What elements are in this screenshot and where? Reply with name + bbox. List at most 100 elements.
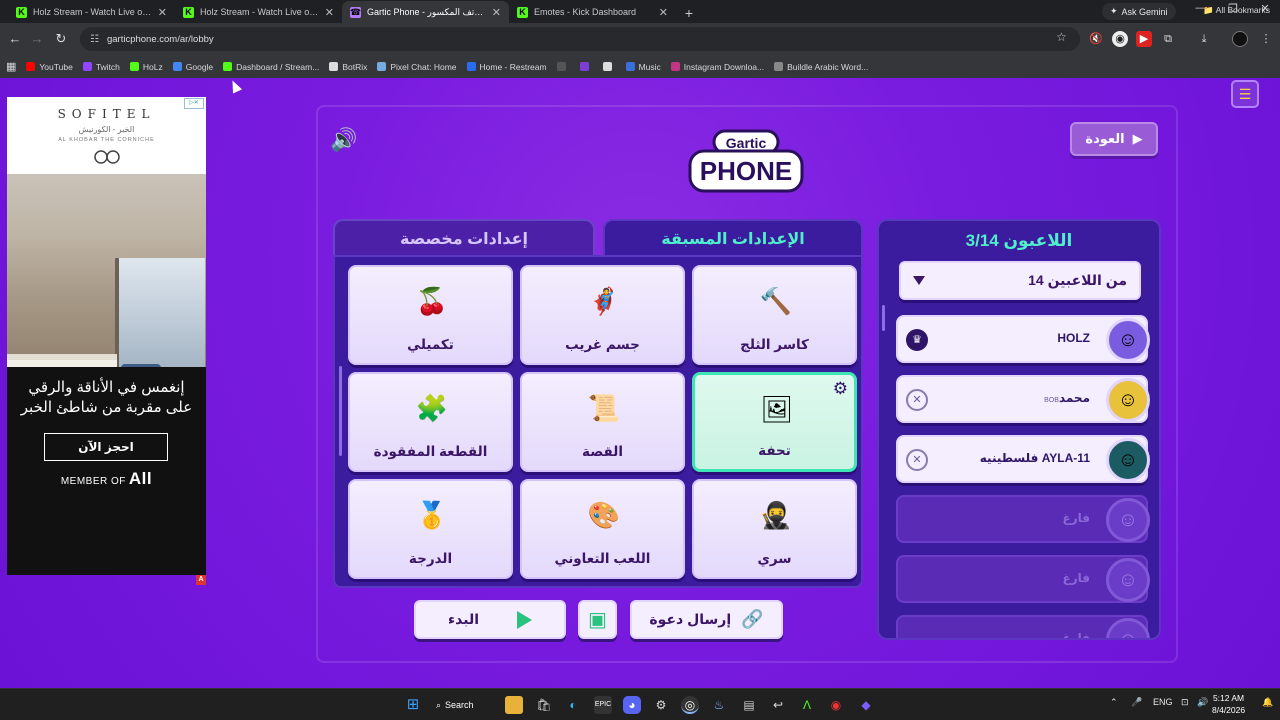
download-icon[interactable]: ⤓ [1196,31,1212,47]
store-icon[interactable]: 🛍 [535,696,553,714]
game-mode-card[interactable]: 📜 القصة [520,372,685,472]
back-button[interactable]: العودة ▶ [1070,122,1158,156]
bookmark-item[interactable]: Buildle Arabic Word... [774,62,868,72]
player-name-text: HOLZ [1057,331,1090,345]
close-tab-icon[interactable]: ✕ [325,6,334,19]
bookmark-item[interactable]: HoLz [129,62,163,72]
bookmark-item[interactable]: Pixel Chat: Home [377,62,457,72]
volume-icon[interactable]: 🔊 [1197,697,1208,708]
bookmark-label: Google [185,61,214,72]
kick-icon[interactable]: Λ [798,696,816,714]
gemini-icon: ✦ [1110,6,1118,16]
steam-icon[interactable]: ♨ [710,696,728,714]
sound-toggle-icon[interactable]: 🔊 [330,127,357,153]
close-tab-icon[interactable]: ✕ [158,6,167,19]
max-players-select[interactable]: 14 من اللاعبين [899,261,1141,300]
bookmark-item[interactable]: Music [625,62,661,72]
chrome-icon[interactable]: ◎ [681,696,699,714]
gartic-menu-icon[interactable]: ☰ [1231,80,1259,108]
bookmark-favicon-icon [602,62,612,71]
tab-custom-settings[interactable]: إعدادات مخصصة [333,219,595,257]
ad-brand: SOFITEL [57,107,156,121]
settings-gear-icon[interactable]: ⚙ [652,696,670,714]
game-mode-label: سري [757,551,792,566]
bookmark-item[interactable]: Google [172,61,214,72]
bookmark-item[interactable]: Dashboard / Stream... [223,62,319,72]
profile-avatar[interactable] [1232,31,1248,47]
player-name: HOLZ [1057,331,1090,345]
extension-red-icon[interactable]: ▶ [1136,31,1152,47]
bookmark-item[interactable]: Instagram Downloa... [670,62,764,72]
recording-app-icon[interactable]: ◉ [827,696,845,714]
bookmark-item[interactable]: BotRix [329,62,367,72]
tab-presets[interactable]: الإعدادات المسبقة [603,219,863,257]
bookmark-item[interactable] [602,62,616,71]
app-icon[interactable]: ▤ [740,696,758,714]
game-mode-card[interactable]: 🥇 الدرجة [348,479,513,579]
site-info-icon[interactable]: ☷ [90,34,99,45]
game-mode-card[interactable]: 🧩 القطعة المفقودة [348,372,513,472]
bookmark-item[interactable] [556,62,570,71]
file-explorer-icon[interactable] [505,696,523,714]
game-mode-card[interactable]: 🎨 اللعب التعاوني [520,479,685,579]
apps-grid-icon[interactable]: ▦ [6,60,16,73]
reload-icon[interactable]: ↻ [52,30,70,48]
ask-gemini-button[interactable]: ✦ Ask Gemini [1102,3,1176,20]
system-clock[interactable]: 5:12 AM 8/4/2026 [1212,692,1245,716]
close-tab-icon[interactable]: ✕ [492,6,501,19]
game-mode-card[interactable]: 🥷 سري [692,479,857,579]
extensions-puzzle-icon[interactable]: ⧉ [1160,31,1176,47]
bookmark-item[interactable]: YouTube [26,62,73,72]
ad-book-now-button[interactable]: احجز الآن [44,433,168,461]
game-mode-label: تحفة [758,443,791,458]
bookmark-item[interactable]: Home - Restream [466,62,547,72]
bookmark-item[interactable]: Twitch [82,62,120,72]
bookmark-star-icon[interactable]: ☆ [1056,30,1067,44]
mode-grid-scrollbar[interactable] [339,366,342,456]
all-bookmarks-button[interactable]: 📁 All Bookmarks [1203,5,1270,16]
ad-badge[interactable]: A [196,575,206,585]
browser-tab[interactable]: K Holz Stream - Watch Live on Ki ✕ [175,1,342,23]
game-mode-card[interactable]: 🔨 كاسر الثلج [692,265,857,365]
mute-tab-icon[interactable]: 🔇 [1088,31,1104,47]
kick-player-icon[interactable]: ✕ [906,389,928,411]
extension-icon[interactable]: ◉ [1112,31,1128,47]
player-name: BOBمحمد [1044,391,1090,405]
forward-arrow-icon[interactable]: → [28,30,46,48]
back-arrow-icon[interactable]: ← [6,30,24,48]
kick-player-icon[interactable]: ✕ [906,449,928,471]
game-mode-card[interactable]: 🍒 تكميلي [348,265,513,365]
mode-settings-gear-icon[interactable]: ⚙ [833,379,848,399]
start-game-button[interactable]: البدء [414,600,566,639]
language-indicator[interactable]: ENG [1153,697,1173,707]
notifications-icon[interactable]: 🔔 [1262,697,1273,708]
game-mode-card[interactable]: 🦸 جسم غريب [520,265,685,365]
ad-headline: إنغمس في الأناقة والرقي على مقربة من شاطئ… [7,378,206,418]
close-tab-icon[interactable]: ✕ [659,6,668,19]
windows-start-icon[interactable]: ⊞ [404,696,422,714]
menu-kebab-icon[interactable]: ⋮ [1258,31,1274,47]
network-icon[interactable]: ⊡ [1181,697,1189,708]
game-mode-card[interactable]: 🖼 ⚙ تحفة [692,372,857,472]
discord-icon[interactable]: ◕ [623,696,641,714]
stream-app-icon[interactable]: ◆ [857,696,875,714]
players-scrollbar[interactable] [882,305,885,331]
new-tab-button[interactable]: + [678,3,700,23]
invite-button[interactable]: إرسال دعوة 🔗 [630,600,783,639]
player-avatar: ☺ [1106,378,1150,422]
browser-tab[interactable]: K Emotes - Kick Dashboard ✕ [509,1,676,23]
browser-tab[interactable]: ☎ Gartic Phone - الهاتف المكسور - ✕ [342,1,509,23]
address-bar[interactable]: ☷ garticphone.com/ar/lobby [80,27,1080,51]
taskbar-search[interactable]: ⌕ Search [436,695,496,715]
epic-games-icon[interactable]: EPIC [594,696,612,714]
app-icon-2[interactable]: ↩ [769,696,787,714]
hotel-advertisement[interactable]: SOFITEL الخبر - الكورنيش AL KHOBAR THE C… [7,97,206,575]
bookmark-item[interactable] [579,62,593,71]
adchoices-icon[interactable]: ▷✕ [184,98,204,109]
browser-tab[interactable]: K Holz Stream - Watch Live on Ki ✕ [8,1,175,23]
qr-code-button[interactable]: ▣ [578,600,617,639]
bookmark-favicon-icon [223,62,233,71]
tray-overflow-icon[interactable]: ⌃ [1110,697,1118,708]
microphone-icon[interactable]: 🎤 [1131,697,1142,708]
edge-icon[interactable]: ◐ [564,696,582,714]
